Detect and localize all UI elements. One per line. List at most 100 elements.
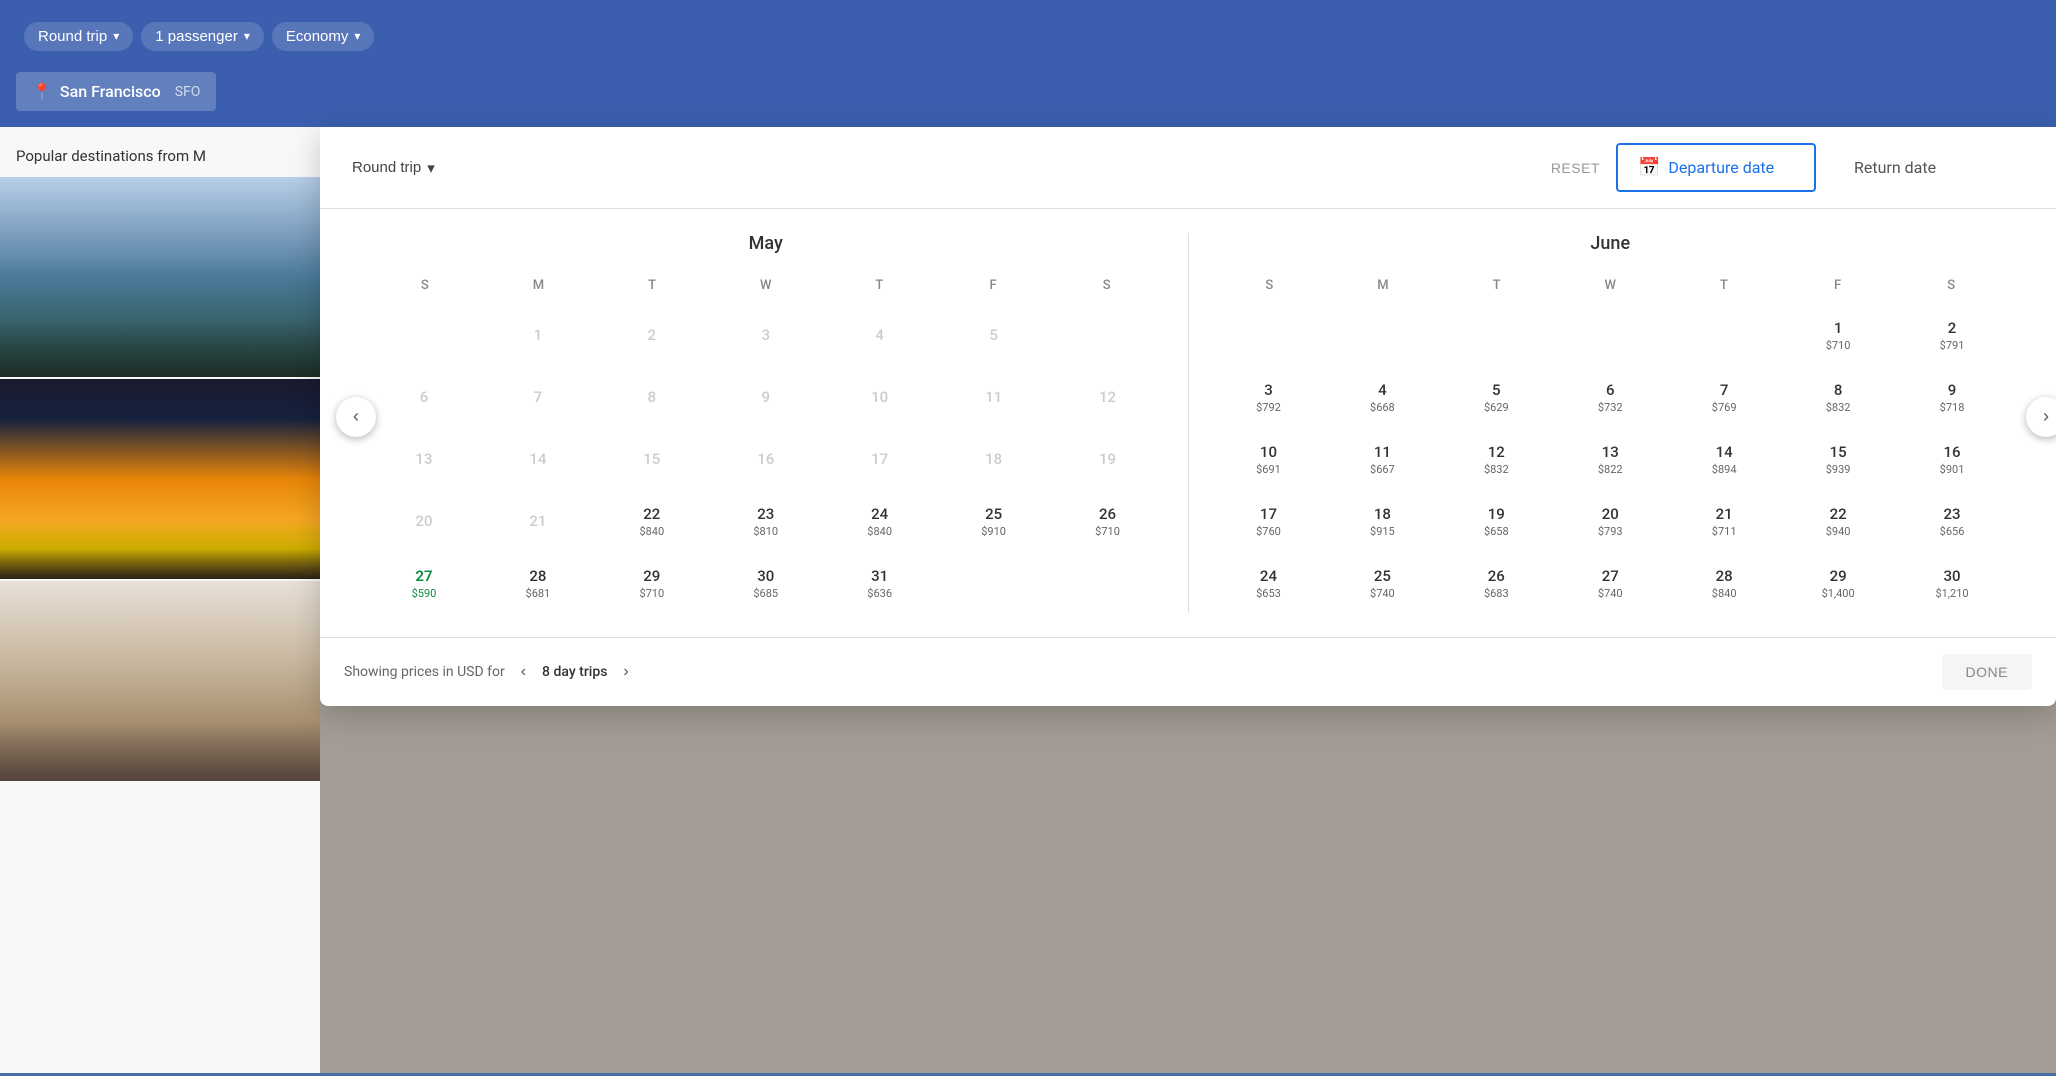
calendar-cell[interactable]: 30$1,210 <box>1896 553 2008 613</box>
calendar-cell[interactable]: 16 <box>710 429 822 489</box>
calendar-cell[interactable]: 16$901 <box>1896 429 2008 489</box>
calendar-cell[interactable]: 12$832 <box>1440 429 1552 489</box>
day-number: 10 <box>1260 443 1277 461</box>
calendar-cell[interactable]: 23$656 <box>1896 491 2008 551</box>
day-number: 13 <box>1602 443 1619 461</box>
calendar-cell[interactable]: 10 <box>824 367 936 427</box>
calendar-cell[interactable]: 13 <box>368 429 480 489</box>
day-number: 11 <box>1374 443 1391 461</box>
calendar-cell[interactable]: 10$691 <box>1213 429 1325 489</box>
calendar-body: ‹ May S M T W T F S 12345678910111213141… <box>320 209 2056 637</box>
cabin-class-button[interactable]: Economy ▾ <box>272 22 375 51</box>
calendar-cell[interactable]: 27$590 <box>368 553 480 613</box>
calendar-cell[interactable]: 18$915 <box>1326 491 1438 551</box>
trip-days-next-button[interactable]: › <box>615 659 636 685</box>
calendar-cell[interactable]: 23$810 <box>710 491 822 551</box>
calendar-cell[interactable]: 21 <box>482 491 594 551</box>
calendar-cell[interactable]: 5$629 <box>1440 367 1552 427</box>
calendar-cell[interactable]: 8$832 <box>1782 367 1894 427</box>
day-price: $710 <box>1095 525 1120 538</box>
passengers-chevron: ▾ <box>244 29 250 43</box>
passengers-button[interactable]: 1 passenger ▾ <box>141 22 264 51</box>
calendar-cell[interactable]: 5 <box>938 305 1050 365</box>
calendar-cell[interactable]: 17$760 <box>1213 491 1325 551</box>
calendar-cell[interactable]: 20 <box>368 491 480 551</box>
calendar-cell[interactable]: 22$940 <box>1782 491 1894 551</box>
calendar-cell[interactable]: 11 <box>938 367 1050 427</box>
calendar-cell[interactable]: 21$711 <box>1668 491 1780 551</box>
calendar-trip-type-button[interactable]: Round trip ▾ <box>344 155 443 181</box>
calendar-cell[interactable]: 15 <box>596 429 708 489</box>
calendar-cell[interactable]: 17 <box>824 429 936 489</box>
calendar-cell[interactable]: 26$683 <box>1440 553 1552 613</box>
calendar-cell[interactable]: 25$910 <box>938 491 1050 551</box>
calendar-cell[interactable]: 30$685 <box>710 553 822 613</box>
calendar-cell[interactable]: 25$740 <box>1326 553 1438 613</box>
calendar-prev-arrow[interactable]: ‹ <box>336 397 376 437</box>
calendar-cell[interactable]: 11$667 <box>1326 429 1438 489</box>
destination-image-mountains[interactable] <box>0 177 320 377</box>
calendar-cell[interactable]: 24 $840 <box>824 491 936 551</box>
trip-days-prev-button[interactable]: ‹ <box>513 659 534 685</box>
destination-image-sunset[interactable] <box>0 379 320 579</box>
calendar-cell[interactable]: 4 <box>824 305 936 365</box>
calendar-cell[interactable]: 26$710 <box>1052 491 1164 551</box>
day-number: 17 <box>1260 505 1277 523</box>
day-number: 9 <box>761 388 770 406</box>
calendar-cell[interactable]: 6$732 <box>1554 367 1666 427</box>
calendar-cell[interactable]: 28$840 <box>1668 553 1780 613</box>
calendar-cell[interactable]: 15$939 <box>1782 429 1894 489</box>
day-number: 24 <box>871 505 888 523</box>
day-number: 15 <box>643 450 660 468</box>
calendar-cell[interactable]: 27$740 <box>1554 553 1666 613</box>
day-price: $840 <box>867 525 892 538</box>
round-trip-button[interactable]: Round trip ▾ <box>24 22 133 51</box>
calendar-cell[interactable]: 3$792 <box>1213 367 1325 427</box>
destination-image-building[interactable] <box>0 581 320 781</box>
calendar-cell[interactable]: 20$793 <box>1554 491 1666 551</box>
day-price: $915 <box>1370 525 1395 538</box>
day-number: 9 <box>1948 381 1957 399</box>
calendar-cell[interactable]: 14 <box>482 429 594 489</box>
calendar-cell[interactable]: 6 <box>368 367 480 427</box>
calendar-cell[interactable]: 22$840 <box>596 491 708 551</box>
calendar-cell[interactable]: 9 <box>710 367 822 427</box>
calendar-cell[interactable]: 28$681 <box>482 553 594 613</box>
done-button[interactable]: DONE <box>1942 654 2032 690</box>
calendar-cell[interactable]: 31$636 <box>824 553 936 613</box>
calendar-cell[interactable]: 19$658 <box>1440 491 1552 551</box>
calendar-cell[interactable]: 29$710 <box>596 553 708 613</box>
calendar-cell[interactable]: 7$769 <box>1668 367 1780 427</box>
calendar-cell[interactable]: 8 <box>596 367 708 427</box>
day-number: 30 <box>1944 567 1961 585</box>
day-number: 4 <box>1378 381 1387 399</box>
calendar-cell[interactable]: 2 <box>596 305 708 365</box>
day-price: $656 <box>1940 525 1965 538</box>
calendar-cell[interactable]: 7 <box>482 367 594 427</box>
day-number: 3 <box>1264 381 1273 399</box>
location-chip[interactable]: 📍 San Francisco SFO <box>16 72 216 111</box>
calendar-cell[interactable]: 1$710 <box>1782 305 1894 365</box>
calendar-cell[interactable]: 13$822 <box>1554 429 1666 489</box>
calendar-cell[interactable]: 4$668 <box>1326 367 1438 427</box>
calendar-next-arrow[interactable]: › <box>2026 397 2056 437</box>
calendar-cell[interactable]: 9$718 <box>1896 367 2008 427</box>
day-price: $636 <box>867 587 892 600</box>
trip-days-label: 8 day trips <box>542 664 607 680</box>
calendar-cell[interactable]: 29$1,400 <box>1782 553 1894 613</box>
calendar-cell[interactable]: 24$653 <box>1213 553 1325 613</box>
calendar-cell[interactable]: 1 <box>482 305 594 365</box>
june-grid: 1$7102$791 3$7924$6685$6296$7327$7698$832… <box>1213 305 2009 613</box>
day-price: $940 <box>1826 525 1851 538</box>
departure-date-tab[interactable]: 📅 Departure date <box>1616 143 1816 192</box>
day-price: $840 <box>639 525 664 538</box>
reset-button[interactable]: RESET <box>1551 160 1600 176</box>
june-header-f: F <box>1781 274 1895 297</box>
calendar-cell[interactable]: 12 <box>1052 367 1164 427</box>
calendar-cell[interactable]: 3 <box>710 305 822 365</box>
calendar-cell[interactable]: 19 <box>1052 429 1164 489</box>
calendar-cell[interactable]: 18 <box>938 429 1050 489</box>
return-date-tab[interactable]: Return date <box>1832 144 2032 191</box>
calendar-cell[interactable]: 14$894 <box>1668 429 1780 489</box>
calendar-cell[interactable]: 2$791 <box>1896 305 2008 365</box>
